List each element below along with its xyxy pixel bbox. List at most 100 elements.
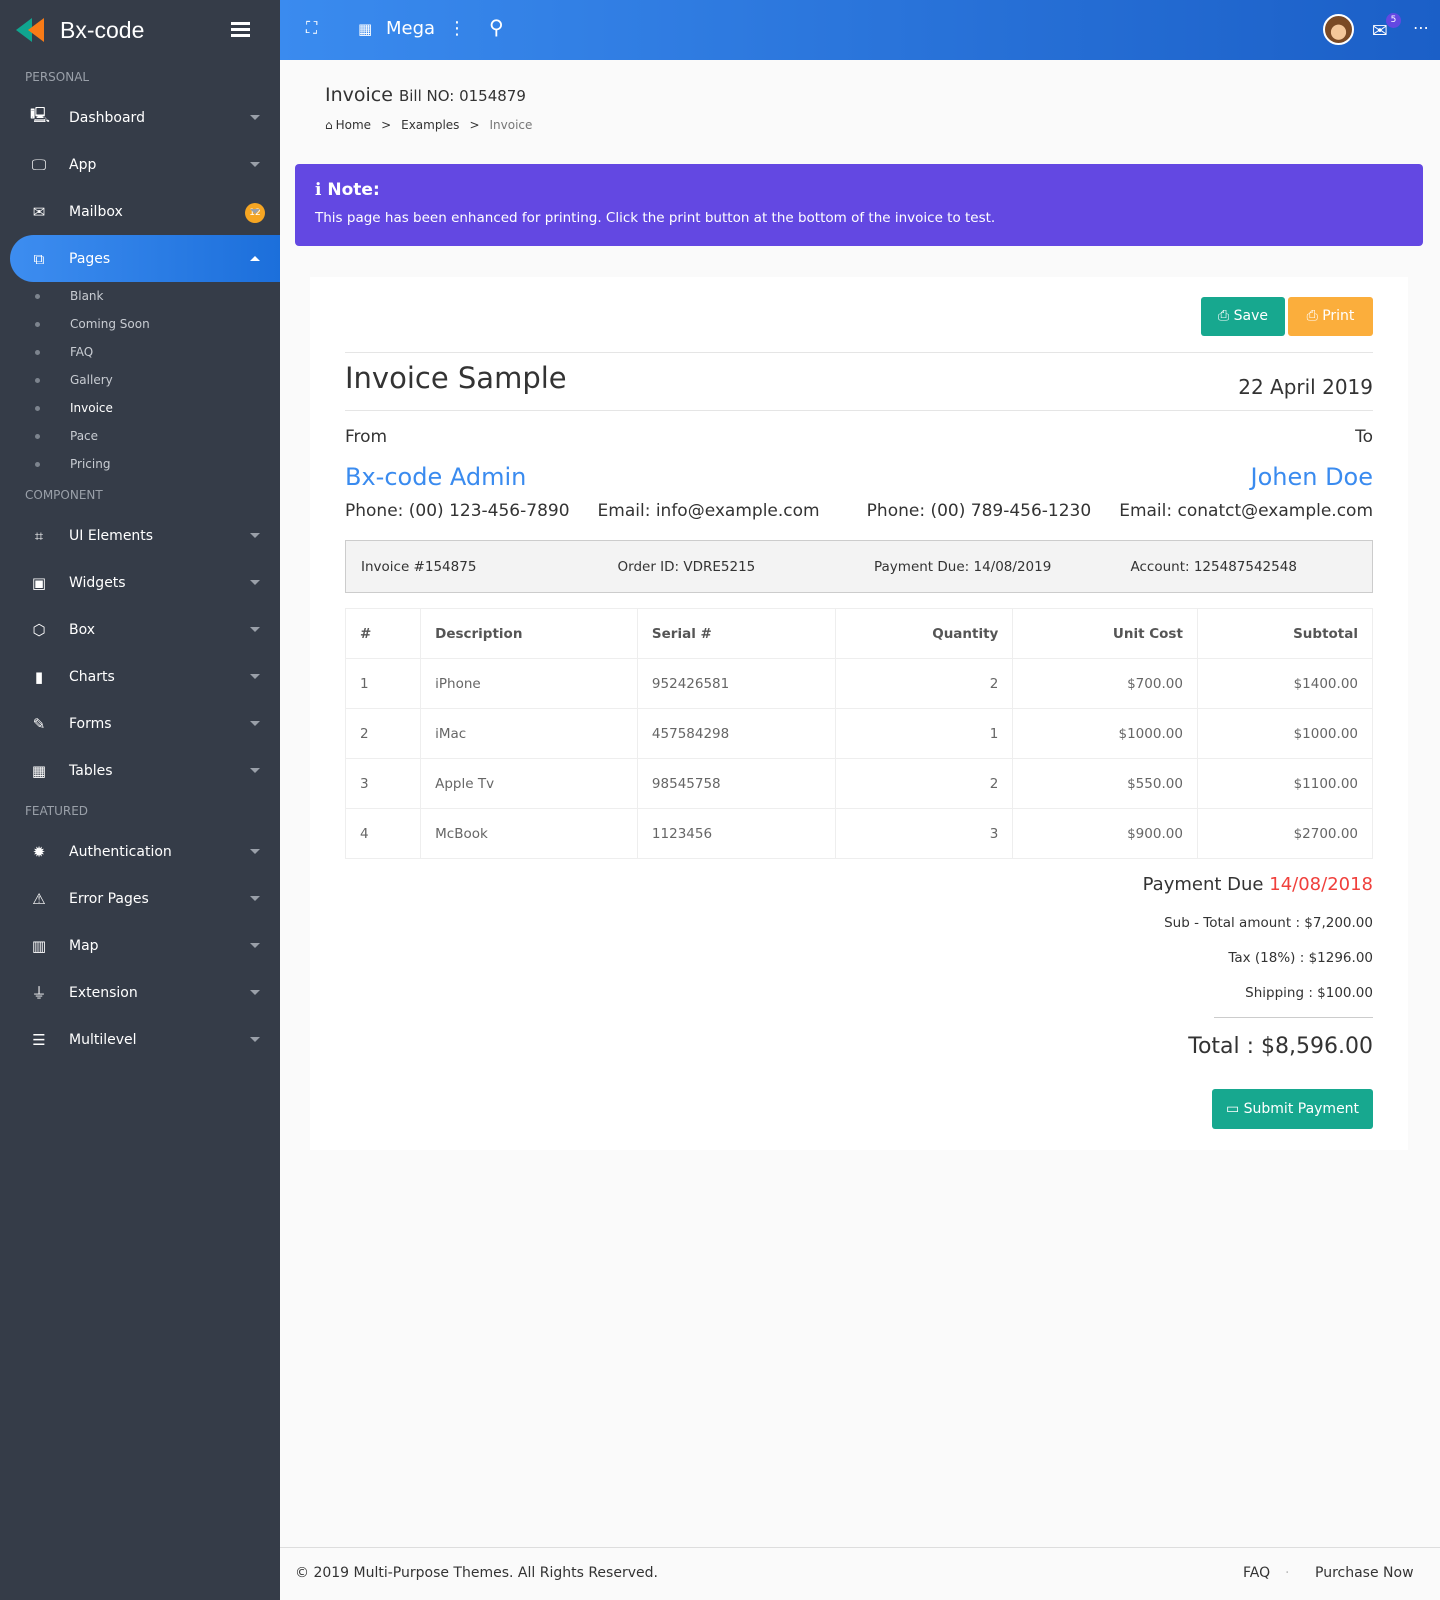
menu-toggle-icon[interactable]: [231, 22, 250, 37]
caret-icon: [250, 162, 260, 167]
sidebar-item-map[interactable]: ▥ Map: [0, 922, 280, 969]
sidebar-item-label: Forms: [69, 715, 112, 732]
sidebar-item-extension[interactable]: ⏚ Extension: [0, 969, 280, 1016]
caret-icon: [250, 627, 260, 632]
subitem-label: Blank: [70, 289, 104, 303]
crumb-home[interactable]: Home: [336, 118, 371, 132]
mega-grid-icon: ▦: [358, 20, 373, 38]
sidebar-subitem-pricing[interactable]: Pricing: [0, 450, 280, 478]
footer: © 2019 Multi-Purpose Themes. All Rights …: [280, 1547, 1440, 1600]
printer-icon: ⎙: [1217, 308, 1234, 324]
grid-icon: ▦: [31, 761, 47, 780]
tax: Tax (18%) : $1296.00: [1228, 950, 1373, 966]
submit-label: Submit Payment: [1243, 1101, 1360, 1117]
table-cell: 3: [835, 808, 1014, 859]
section-featured: FEATURED: [25, 804, 89, 818]
sidebar-item-multilevel[interactable]: ☰ Multilevel: [0, 1016, 280, 1063]
desktop-icon: 🖵: [31, 155, 47, 174]
sidebar-item-mailbox[interactable]: ✉ Mailbox 12: [0, 188, 280, 235]
invoice-card: ⎙ Save ⎙ Print Invoice Sample 22 April 2…: [310, 277, 1408, 1150]
sidebar-item-label: Widgets: [69, 574, 126, 591]
caret-icon: [250, 115, 260, 120]
footer-faq-link[interactable]: FAQ: [1243, 1565, 1270, 1581]
sidebar-subitem-pace[interactable]: Pace: [0, 422, 280, 450]
sidebar-item-error-pages[interactable]: ⚠ Error Pages: [0, 875, 280, 922]
crop-icon: ⌗: [34, 526, 44, 545]
search-icon[interactable]: ⚲: [489, 15, 504, 39]
table-cell: $1100.00: [1196, 758, 1374, 809]
table-cell: 1123456: [636, 808, 837, 859]
sidebar-item-app[interactable]: 🖵 App: [0, 141, 280, 188]
column-header: Quantity: [835, 608, 1014, 659]
invoice-title: Invoice Sample: [345, 361, 567, 395]
bullet-icon: [35, 461, 40, 467]
column-header: #: [344, 608, 422, 659]
column-header: Description: [420, 608, 638, 659]
pencil-icon: ✎: [32, 714, 46, 733]
sidebar-item-label: Dashboard: [69, 109, 145, 126]
caret-icon: [250, 209, 260, 214]
sidebar-item-authentication[interactable]: ✹ Authentication: [0, 828, 280, 875]
submit-payment-button[interactable]: ▭ Submit Payment: [1212, 1089, 1373, 1129]
more-horizontal-icon[interactable]: ⋯: [1413, 18, 1429, 37]
sidebar-subitem-faq[interactable]: FAQ: [0, 338, 280, 366]
caret-icon: [250, 768, 260, 773]
sidebar-subitem-gallery[interactable]: Gallery: [0, 366, 280, 394]
footer-purchase-link[interactable]: Purchase Now: [1315, 1565, 1414, 1581]
sidebar-subitem-coming-soon[interactable]: Coming Soon: [0, 310, 280, 338]
table-cell: 457584298: [636, 708, 837, 759]
avatar[interactable]: [1323, 14, 1354, 45]
table-cell: $1000.00: [1012, 708, 1198, 759]
sidebar-item-pages[interactable]: ⧉ Pages: [10, 235, 280, 282]
save-button[interactable]: ⎙ Save: [1201, 297, 1285, 336]
sidebar-item-label: Mailbox: [69, 203, 123, 220]
caret-icon: [250, 943, 260, 948]
table-cell: $550.00: [1012, 758, 1198, 809]
crumb-examples[interactable]: Examples: [401, 118, 459, 132]
bullet-icon: [35, 377, 40, 383]
caret-icon: [250, 533, 260, 538]
from-name: Bx-code Admin: [345, 463, 527, 491]
subitem-label: Coming Soon: [70, 317, 150, 331]
table-cell: 4: [344, 808, 422, 859]
sidebar-item-widgets[interactable]: ▣ Widgets: [0, 559, 280, 606]
sidebar-item-forms[interactable]: ✎ Forms: [0, 700, 280, 747]
table-cell: 1: [344, 658, 422, 709]
sidebar-item-label: Multilevel: [69, 1031, 137, 1048]
column-header: Serial #: [636, 608, 837, 659]
payment-due-label: Payment Due: [1142, 874, 1264, 895]
sidebar-item-box[interactable]: ⬡ Box: [0, 606, 280, 653]
monitor-icon: 🖳: [30, 106, 51, 124]
section-component: COMPONENT: [25, 488, 103, 502]
column-header: Unit Cost: [1012, 608, 1198, 659]
sidebar-item-label: Box: [69, 621, 96, 638]
list-icon: ☰: [32, 1030, 46, 1049]
bullet-icon: [35, 405, 40, 411]
print-button[interactable]: ⎙ Print: [1288, 297, 1373, 336]
total: Total : $8,596.00: [1188, 1034, 1373, 1059]
sidebar-item-tables[interactable]: ▦ Tables: [0, 747, 280, 794]
more-vertical-icon[interactable]: ⋮: [448, 18, 466, 39]
sidebar-item-label: Pages: [69, 250, 111, 267]
table-cell: $1400.00: [1196, 658, 1374, 709]
sidebar-subitem-blank[interactable]: Blank: [0, 282, 280, 310]
note-text: This page has been enhanced for printing…: [315, 210, 996, 226]
mega-menu[interactable]: Mega: [386, 18, 435, 39]
bullet-icon: [35, 433, 40, 439]
map-icon: ▥: [31, 936, 47, 955]
table-cell: McBook: [420, 808, 638, 859]
mail-icon[interactable]: ✉: [1372, 20, 1388, 42]
sidebar-item-charts[interactable]: ▮ Charts: [0, 653, 280, 700]
fullscreen-icon[interactable]: ⛶: [306, 18, 317, 38]
sidebar-item-dashboard[interactable]: 🖳 Dashboard: [0, 94, 280, 141]
payment-due-summary: Payment Due 14/08/2018: [1143, 874, 1373, 895]
bullet-icon: [35, 349, 40, 355]
sidebar-subitem-invoice[interactable]: Invoice: [0, 394, 280, 422]
bar-chart-icon: ▮: [34, 667, 44, 686]
note-title: Note:: [327, 180, 380, 200]
cube-icon: ⬡: [32, 620, 46, 639]
table-cell: $2700.00: [1196, 808, 1374, 859]
credit-card-icon: ▭: [1225, 1101, 1244, 1117]
sidebar-item-ui-elements[interactable]: ⌗ UI Elements: [0, 512, 280, 559]
from-phone: Phone: (00) 123-456-7890: [345, 501, 570, 521]
